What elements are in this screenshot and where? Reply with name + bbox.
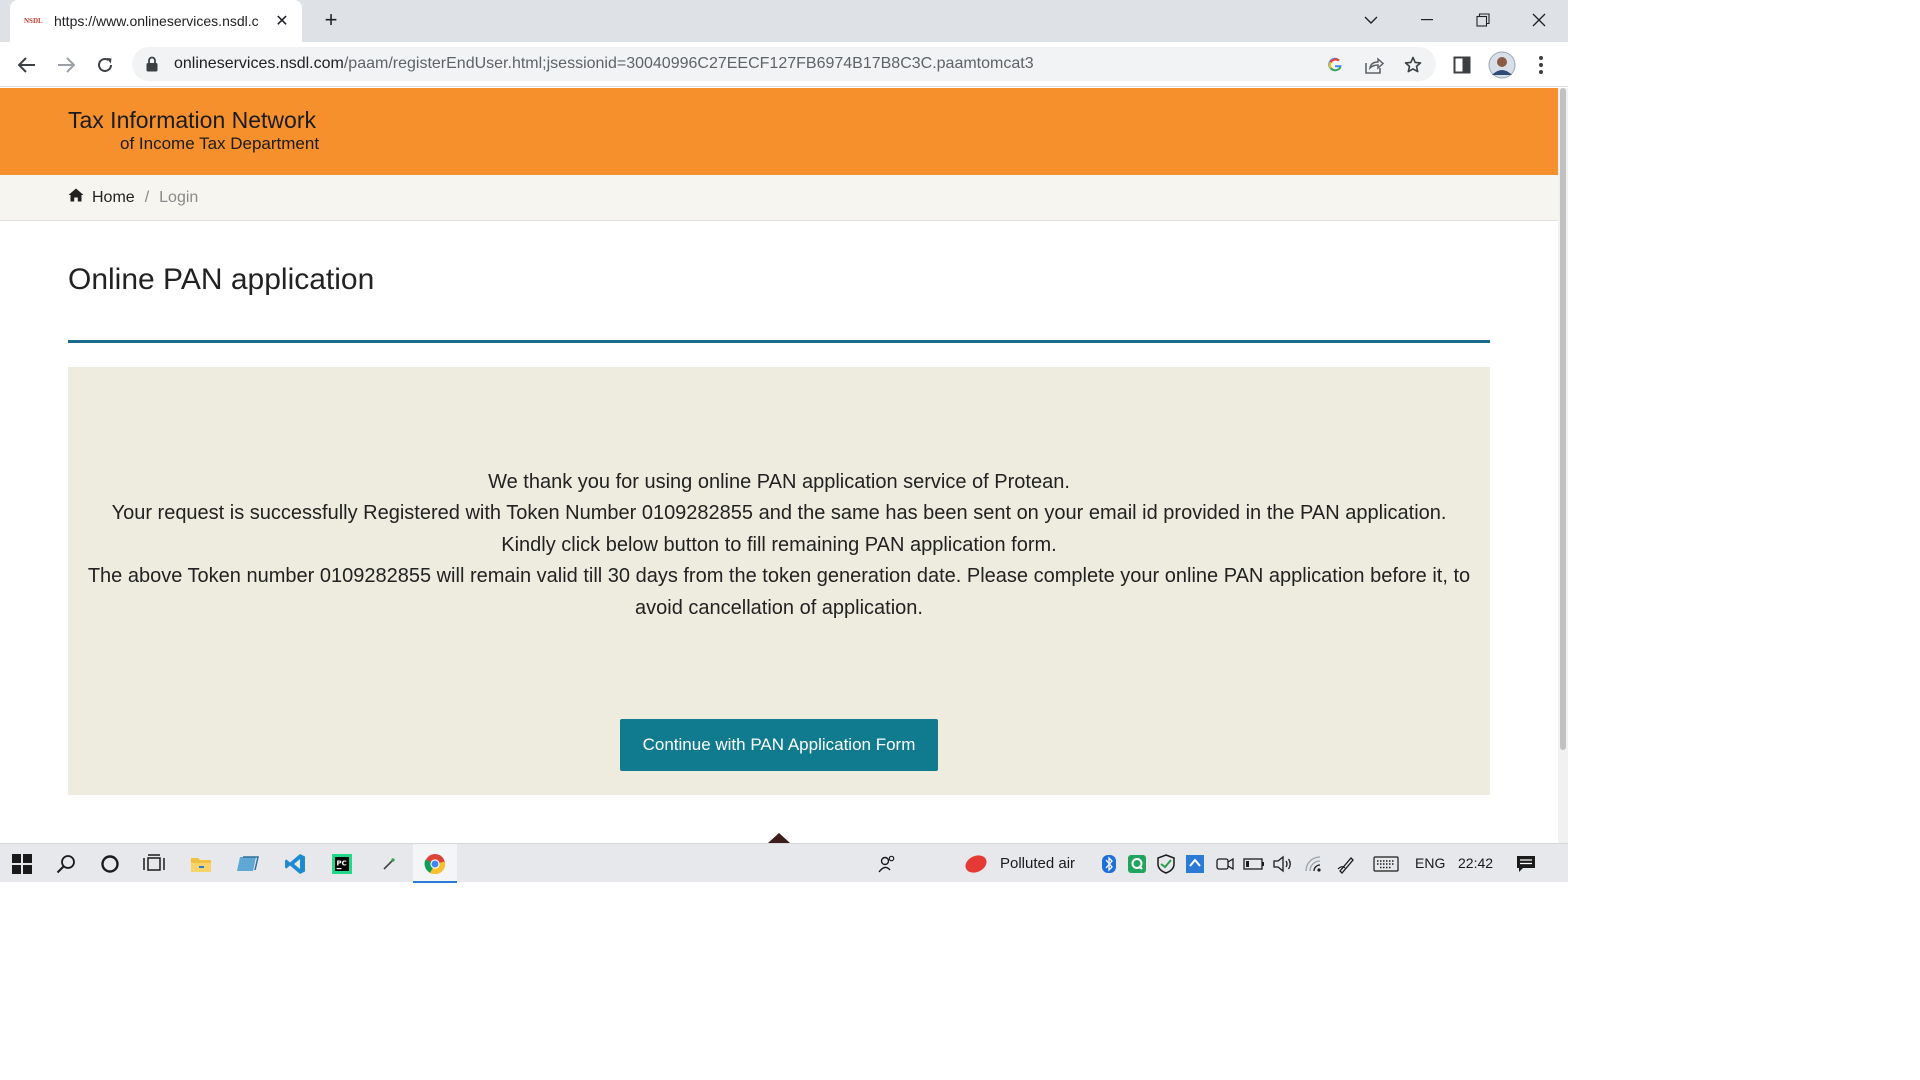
taskbar: PC Polluted air ENG 22:42 <box>0 843 1568 883</box>
bookmark-star-icon[interactable] <box>1402 54 1424 76</box>
reload-icon[interactable] <box>90 50 120 80</box>
tab-close-icon[interactable]: ✕ <box>272 11 292 31</box>
browser-toolbar: onlineservices.nsdl.com/paam/registerEnd… <box>0 42 1568 87</box>
minimize-icon[interactable] <box>1399 0 1455 40</box>
url-host: onlineservices.nsdl.com <box>174 55 344 72</box>
windows-start-icon[interactable] <box>8 850 36 878</box>
side-panel-icon[interactable] <box>1447 50 1477 80</box>
brand-line-2: of Income Tax Department <box>120 134 320 153</box>
profile-avatar[interactable] <box>1487 50 1517 80</box>
security-shield-icon[interactable] <box>1152 850 1180 878</box>
title-divider <box>68 340 1490 343</box>
tin-logo[interactable]: Tax Information Network of Income Tax De… <box>68 106 319 154</box>
sync-app-icon[interactable] <box>1181 850 1209 878</box>
token-validity-text: The above Token number 0109282855 will r… <box>87 565 1471 619</box>
page-viewport: Tax Information Network of Income Tax De… <box>0 88 1558 843</box>
brand-line-1: Tax Information Network <box>68 107 316 133</box>
input-language[interactable]: ENG <box>1415 855 1445 871</box>
pen-ink-icon[interactable] <box>1333 850 1361 878</box>
more-menu-icon[interactable] <box>1526 50 1556 80</box>
tab-search-chevron-icon[interactable] <box>1343 0 1399 40</box>
google-lens-icon[interactable] <box>1324 54 1346 76</box>
restore-icon[interactable] <box>1455 0 1511 40</box>
tab-title: https://www.onlineservices.nsdl.c <box>54 13 259 29</box>
weather-leaf-icon[interactable] <box>962 850 990 878</box>
token-registered-text: Your request is successfully Registered … <box>111 502 1447 525</box>
browser-tab[interactable]: NSDL https://www.onlineservices.nsdl.c ✕ <box>10 0 302 42</box>
breadcrumb: Home / Login <box>68 188 198 207</box>
confirmation-message: We thank you for using online PAN applic… <box>78 467 1480 624</box>
people-icon[interactable] <box>873 850 901 878</box>
pen-app-icon[interactable] <box>375 850 403 878</box>
notes-app-icon[interactable] <box>234 850 262 878</box>
meet-now-icon[interactable] <box>1211 850 1239 878</box>
weather-status[interactable]: Polluted air <box>1000 855 1075 872</box>
confirmation-panel: We thank you for using online PAN applic… <box>68 367 1490 795</box>
instruction-text: Kindly click below button to fill remain… <box>501 533 1057 556</box>
breadcrumb-separator: / <box>144 188 150 206</box>
q-app-icon[interactable] <box>1123 850 1151 878</box>
home-icon[interactable] <box>68 188 84 207</box>
back-arrow-icon[interactable] <box>12 50 42 80</box>
close-window-icon[interactable] <box>1511 0 1567 40</box>
clock-time[interactable]: 22:42 <box>1458 855 1493 871</box>
site-header: Tax Information Network of Income Tax De… <box>0 88 1558 175</box>
search-icon[interactable] <box>52 850 80 878</box>
page-title: Online PAN application <box>68 263 375 296</box>
breadcrumb-bar: Home / Login <box>0 175 1558 221</box>
file-explorer-icon[interactable] <box>187 850 215 878</box>
breadcrumb-current: Login <box>159 188 199 206</box>
breadcrumb-home-link[interactable]: Home <box>92 189 135 207</box>
share-icon[interactable] <box>1363 54 1385 76</box>
nsdl-favicon-icon: NSDL <box>24 17 43 25</box>
new-tab-button[interactable]: + <box>318 8 344 34</box>
pycharm-icon[interactable]: PC <box>328 850 356 878</box>
volume-icon[interactable] <box>1269 850 1297 878</box>
bluetooth-icon[interactable] <box>1095 850 1123 878</box>
continue-pan-form-button[interactable]: Continue with PAN Application Form <box>620 719 938 771</box>
thank-you-text: We thank you for using online PAN applic… <box>488 471 1070 493</box>
vscode-icon[interactable] <box>281 850 309 878</box>
scroll-to-top-icon[interactable] <box>768 833 790 843</box>
task-view-icon[interactable] <box>140 850 168 878</box>
scrollbar-thumb[interactable] <box>1560 88 1566 750</box>
keyboard-icon[interactable] <box>1372 850 1400 878</box>
battery-icon[interactable] <box>1240 850 1268 878</box>
action-center-icon[interactable] <box>1512 850 1540 878</box>
page-scrollbar[interactable] <box>1558 88 1568 843</box>
forward-arrow-icon[interactable] <box>51 50 81 80</box>
url-text[interactable]: onlineservices.nsdl.com/paam/registerEnd… <box>174 55 1034 73</box>
cortana-icon[interactable] <box>96 850 124 878</box>
pycharm-label: PC <box>337 860 347 868</box>
wifi-icon[interactable] <box>1299 850 1327 878</box>
url-path: /paam/registerEndUser.html;jsessionid=30… <box>343 55 1034 72</box>
lock-icon[interactable] <box>146 56 158 77</box>
browser-tab-strip: NSDL https://www.onlineservices.nsdl.c ✕… <box>0 0 1568 42</box>
chrome-icon[interactable] <box>421 850 449 878</box>
address-bar[interactable]: onlineservices.nsdl.com/paam/registerEnd… <box>132 47 1436 81</box>
